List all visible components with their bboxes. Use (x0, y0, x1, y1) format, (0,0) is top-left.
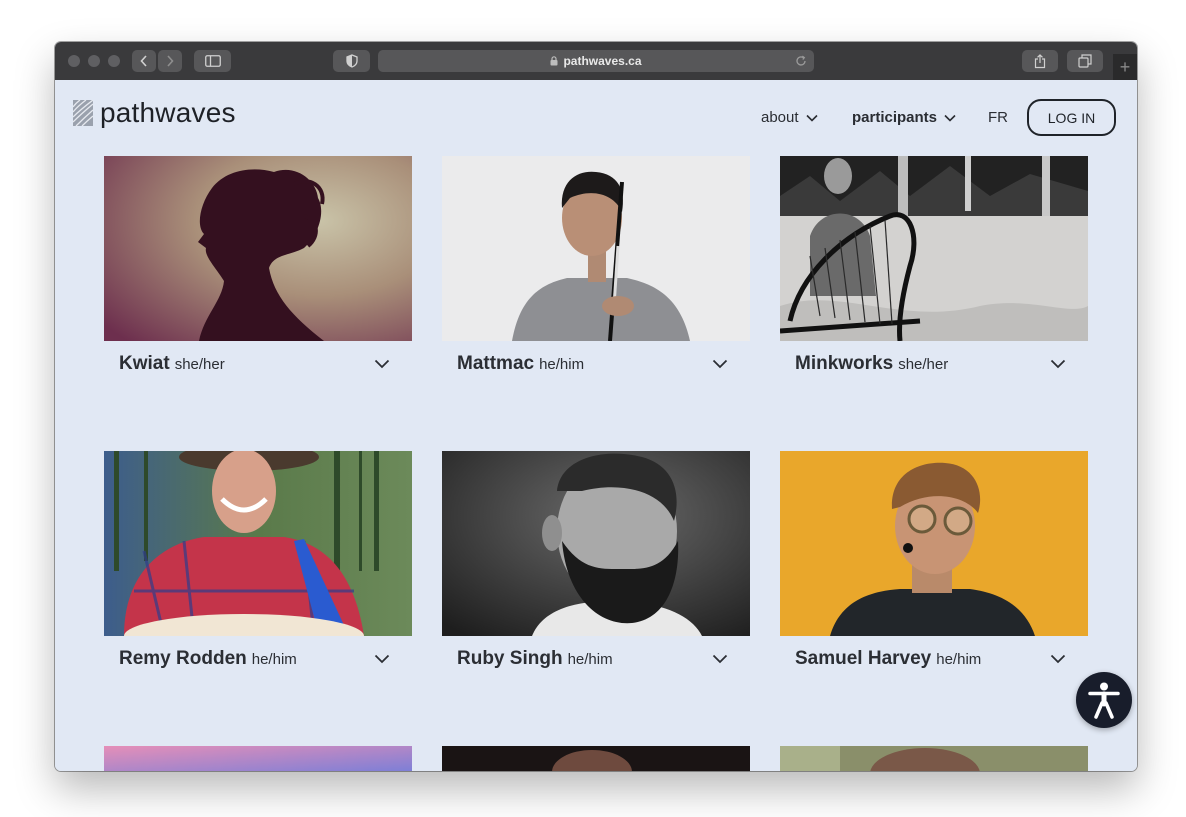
participant-pronouns: he/him (539, 356, 585, 373)
participant-pronouns: he/him (936, 651, 982, 668)
nav-participants-label: participants (852, 109, 938, 126)
sidebar-icon (204, 55, 221, 67)
accessibility-button[interactable] (1076, 672, 1132, 728)
site-logo[interactable]: pathwaves (73, 97, 236, 129)
participant-card[interactable] (780, 746, 1088, 771)
participant-name: Mattmac he/him (457, 353, 585, 374)
lock-icon (550, 56, 558, 66)
chevron-down-icon[interactable] (1050, 654, 1066, 664)
chevron-down-icon[interactable] (712, 359, 728, 369)
reload-icon[interactable] (794, 54, 808, 68)
participant-caption[interactable]: Samuel Harvey he/him (780, 636, 1088, 682)
participant-name: Remy Rodden he/him (119, 648, 297, 669)
back-button[interactable] (132, 50, 156, 72)
participant-caption[interactable]: Mattmac he/him (442, 341, 750, 387)
shield-icon (345, 54, 358, 68)
sidebar-toggle-button[interactable] (194, 50, 231, 72)
chevron-down-icon[interactable] (712, 654, 728, 664)
minimize-window-button[interactable] (88, 55, 100, 67)
forward-icon (167, 55, 174, 67)
participant-card[interactable]: Ruby Singh he/him (442, 451, 750, 682)
participant-photo[interactable] (780, 746, 1088, 771)
share-icon (1034, 53, 1046, 68)
participant-caption[interactable]: Minkworks she/her (780, 341, 1088, 387)
zoom-window-button[interactable] (108, 55, 120, 67)
participant-name: Ruby Singh he/him (457, 648, 613, 669)
chevron-down-icon (805, 114, 818, 122)
close-window-button[interactable] (68, 55, 80, 67)
new-tab-button[interactable]: + (1113, 54, 1137, 80)
participant-photo[interactable] (104, 746, 412, 771)
participant-card[interactable] (442, 746, 750, 771)
participant-card[interactable] (104, 746, 412, 771)
nav-about-label: about (761, 109, 799, 126)
browser-window: pathwaves.ca + pathwaves about participa… (55, 42, 1137, 771)
nav-about[interactable]: about (761, 109, 818, 126)
chevron-down-icon (944, 114, 956, 122)
participant-name: Minkworks she/her (795, 353, 949, 374)
chevron-down-icon[interactable] (374, 359, 390, 369)
participant-photo[interactable] (780, 156, 1088, 341)
participant-card[interactable]: Minkworks she/her (780, 156, 1088, 387)
participant-card[interactable]: Mattmac he/him (442, 156, 750, 387)
nav-language-toggle[interactable]: FR (988, 109, 1008, 126)
participant-name: Kwiat she/her (119, 353, 225, 374)
share-button[interactable] (1022, 50, 1058, 72)
browser-toolbar: pathwaves.ca + (55, 42, 1137, 81)
participant-pronouns: she/her (898, 356, 949, 373)
chevron-down-icon[interactable] (1050, 359, 1066, 369)
participant-caption[interactable]: Kwiat she/her (104, 341, 412, 387)
participant-pronouns: she/her (174, 356, 225, 373)
show-tabs-button[interactable] (1067, 50, 1103, 72)
participant-photo[interactable] (442, 746, 750, 771)
participant-photo[interactable] (104, 451, 412, 636)
address-url: pathwaves.ca (563, 54, 642, 68)
participant-photo[interactable] (780, 451, 1088, 636)
participant-pronouns: he/him (251, 651, 297, 668)
logo-mark-icon (73, 100, 93, 126)
nav-participants[interactable]: participants (852, 109, 956, 126)
participant-photo[interactable] (104, 156, 412, 341)
participant-photo[interactable] (442, 451, 750, 636)
privacy-report-button[interactable] (333, 50, 370, 72)
participant-pronouns: he/him (567, 651, 613, 668)
accessibility-icon (1088, 682, 1120, 719)
forward-button[interactable] (158, 50, 182, 72)
participant-card[interactable]: Samuel Harvey he/him (780, 451, 1088, 682)
participant-name: Samuel Harvey he/him (795, 648, 982, 669)
tabs-icon (1078, 54, 1092, 68)
participant-caption[interactable]: Ruby Singh he/him (442, 636, 750, 682)
plus-icon: + (1119, 57, 1131, 77)
participant-photo[interactable] (442, 156, 750, 341)
participant-card[interactable]: Remy Rodden he/him (104, 451, 412, 682)
participant-caption[interactable]: Remy Rodden he/him (104, 636, 412, 682)
page-viewport: pathwaves about participants FR LOG IN K… (55, 80, 1137, 771)
nav-language-label: FR (988, 109, 1008, 126)
login-button[interactable]: LOG IN (1027, 99, 1116, 136)
chevron-down-icon[interactable] (374, 654, 390, 664)
logo-text: pathwaves (100, 97, 236, 128)
participant-card[interactable]: Kwiat she/her (104, 156, 412, 387)
address-bar[interactable]: pathwaves.ca (378, 50, 814, 72)
back-icon (140, 55, 147, 67)
